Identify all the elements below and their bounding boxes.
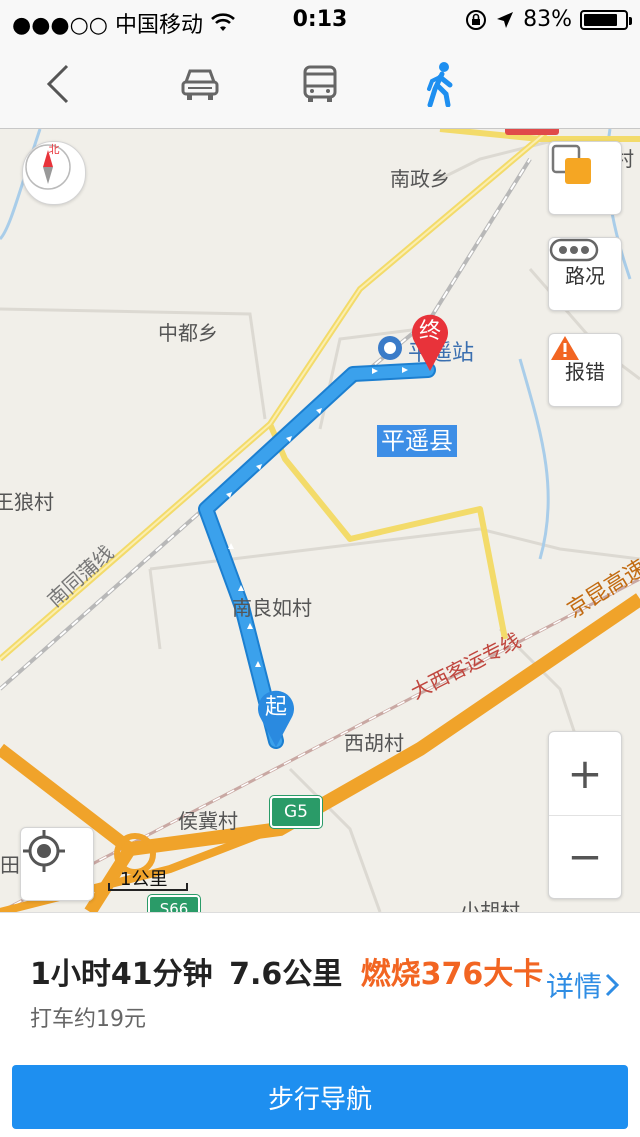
chevron-left-icon [46,64,69,104]
start-marker-label: 起 [264,695,287,720]
bus-icon [303,65,337,102]
county-label: 平遥县 [377,425,457,457]
compass-north-label: 北 [48,143,60,156]
battery-icon [580,9,632,30]
location-arrow-icon [497,11,514,28]
route-summary-line: 1小时41分钟 7.6公里 燃烧376大卡 [30,949,543,993]
traffic-button[interactable]: 路况 [548,237,622,311]
back-button[interactable] [28,54,88,114]
taxi-estimate: 打车约19元 [30,1007,146,1032]
report-error-button[interactable]: 报错 [548,333,622,407]
car-icon [181,69,219,100]
map-canvas [0,129,640,912]
walk-icon [427,62,453,107]
end-marker-label: 终 [418,319,441,344]
start-marker[interactable]: 起 [254,685,298,749]
scale-bar: 1公里 [108,863,188,893]
detail-label: 详情 [545,970,602,1003]
status-bar: ●●●○○ 中国移动 0:13 83% [0,0,640,40]
map-label-houji: 侯冀村 [178,809,238,833]
map-label-tian: 田 [0,853,20,877]
orientation-lock-icon [466,9,487,30]
battery-percent: 83% [523,7,572,32]
route-summary-panel: 1小时41分钟 7.6公里 燃烧376大卡 打车约19元 详情 步行导航 [0,912,640,1137]
traffic-icon [549,238,599,262]
layers-icon [551,144,591,184]
traffic-label: 路况 [565,263,605,288]
zoom-control: + − [548,731,622,899]
route-calories: 燃烧376大卡 [360,957,544,992]
map-label-zhongdu: 中都乡 [158,321,218,345]
route-duration: 1小时41分钟 [30,957,213,992]
route-distance: 7.6公里 [229,957,343,992]
road-shield-s66: S66 [148,895,200,912]
chevron-right-icon [605,973,620,997]
detail-link[interactable]: 详情 [546,965,620,1005]
map-label-nanliangru: 南良如村 [232,596,312,620]
tab-bus[interactable] [290,54,350,114]
map-label-xihu: 西胡村 [344,731,404,755]
compass-button[interactable]: 北 [22,141,86,205]
locate-icon [23,830,65,872]
map-view[interactable]: 南政乡 村 中都乡 平遥站 王狼村 南同蒲线 南良如村 大西客运专线 京昆高速 … [0,129,640,912]
route-mode-bar [0,40,640,129]
locate-button[interactable] [20,827,94,901]
map-label-xiaohu: 小胡村 [460,899,520,912]
start-walk-navigation-button[interactable]: 步行导航 [12,1065,628,1129]
zoom-in-button[interactable]: + [549,732,621,816]
end-marker[interactable]: 终 [408,309,452,373]
tab-walk[interactable] [410,54,470,114]
map-label-wanglang: 王狼村 [0,490,54,514]
zoom-out-button[interactable]: − [549,816,621,899]
layers-button[interactable] [548,141,622,215]
map-label-nanzheng: 南政乡 [390,167,450,191]
road-shield-g5: G5 [270,796,322,828]
tab-drive[interactable] [170,54,230,114]
warning-icon [551,336,579,360]
